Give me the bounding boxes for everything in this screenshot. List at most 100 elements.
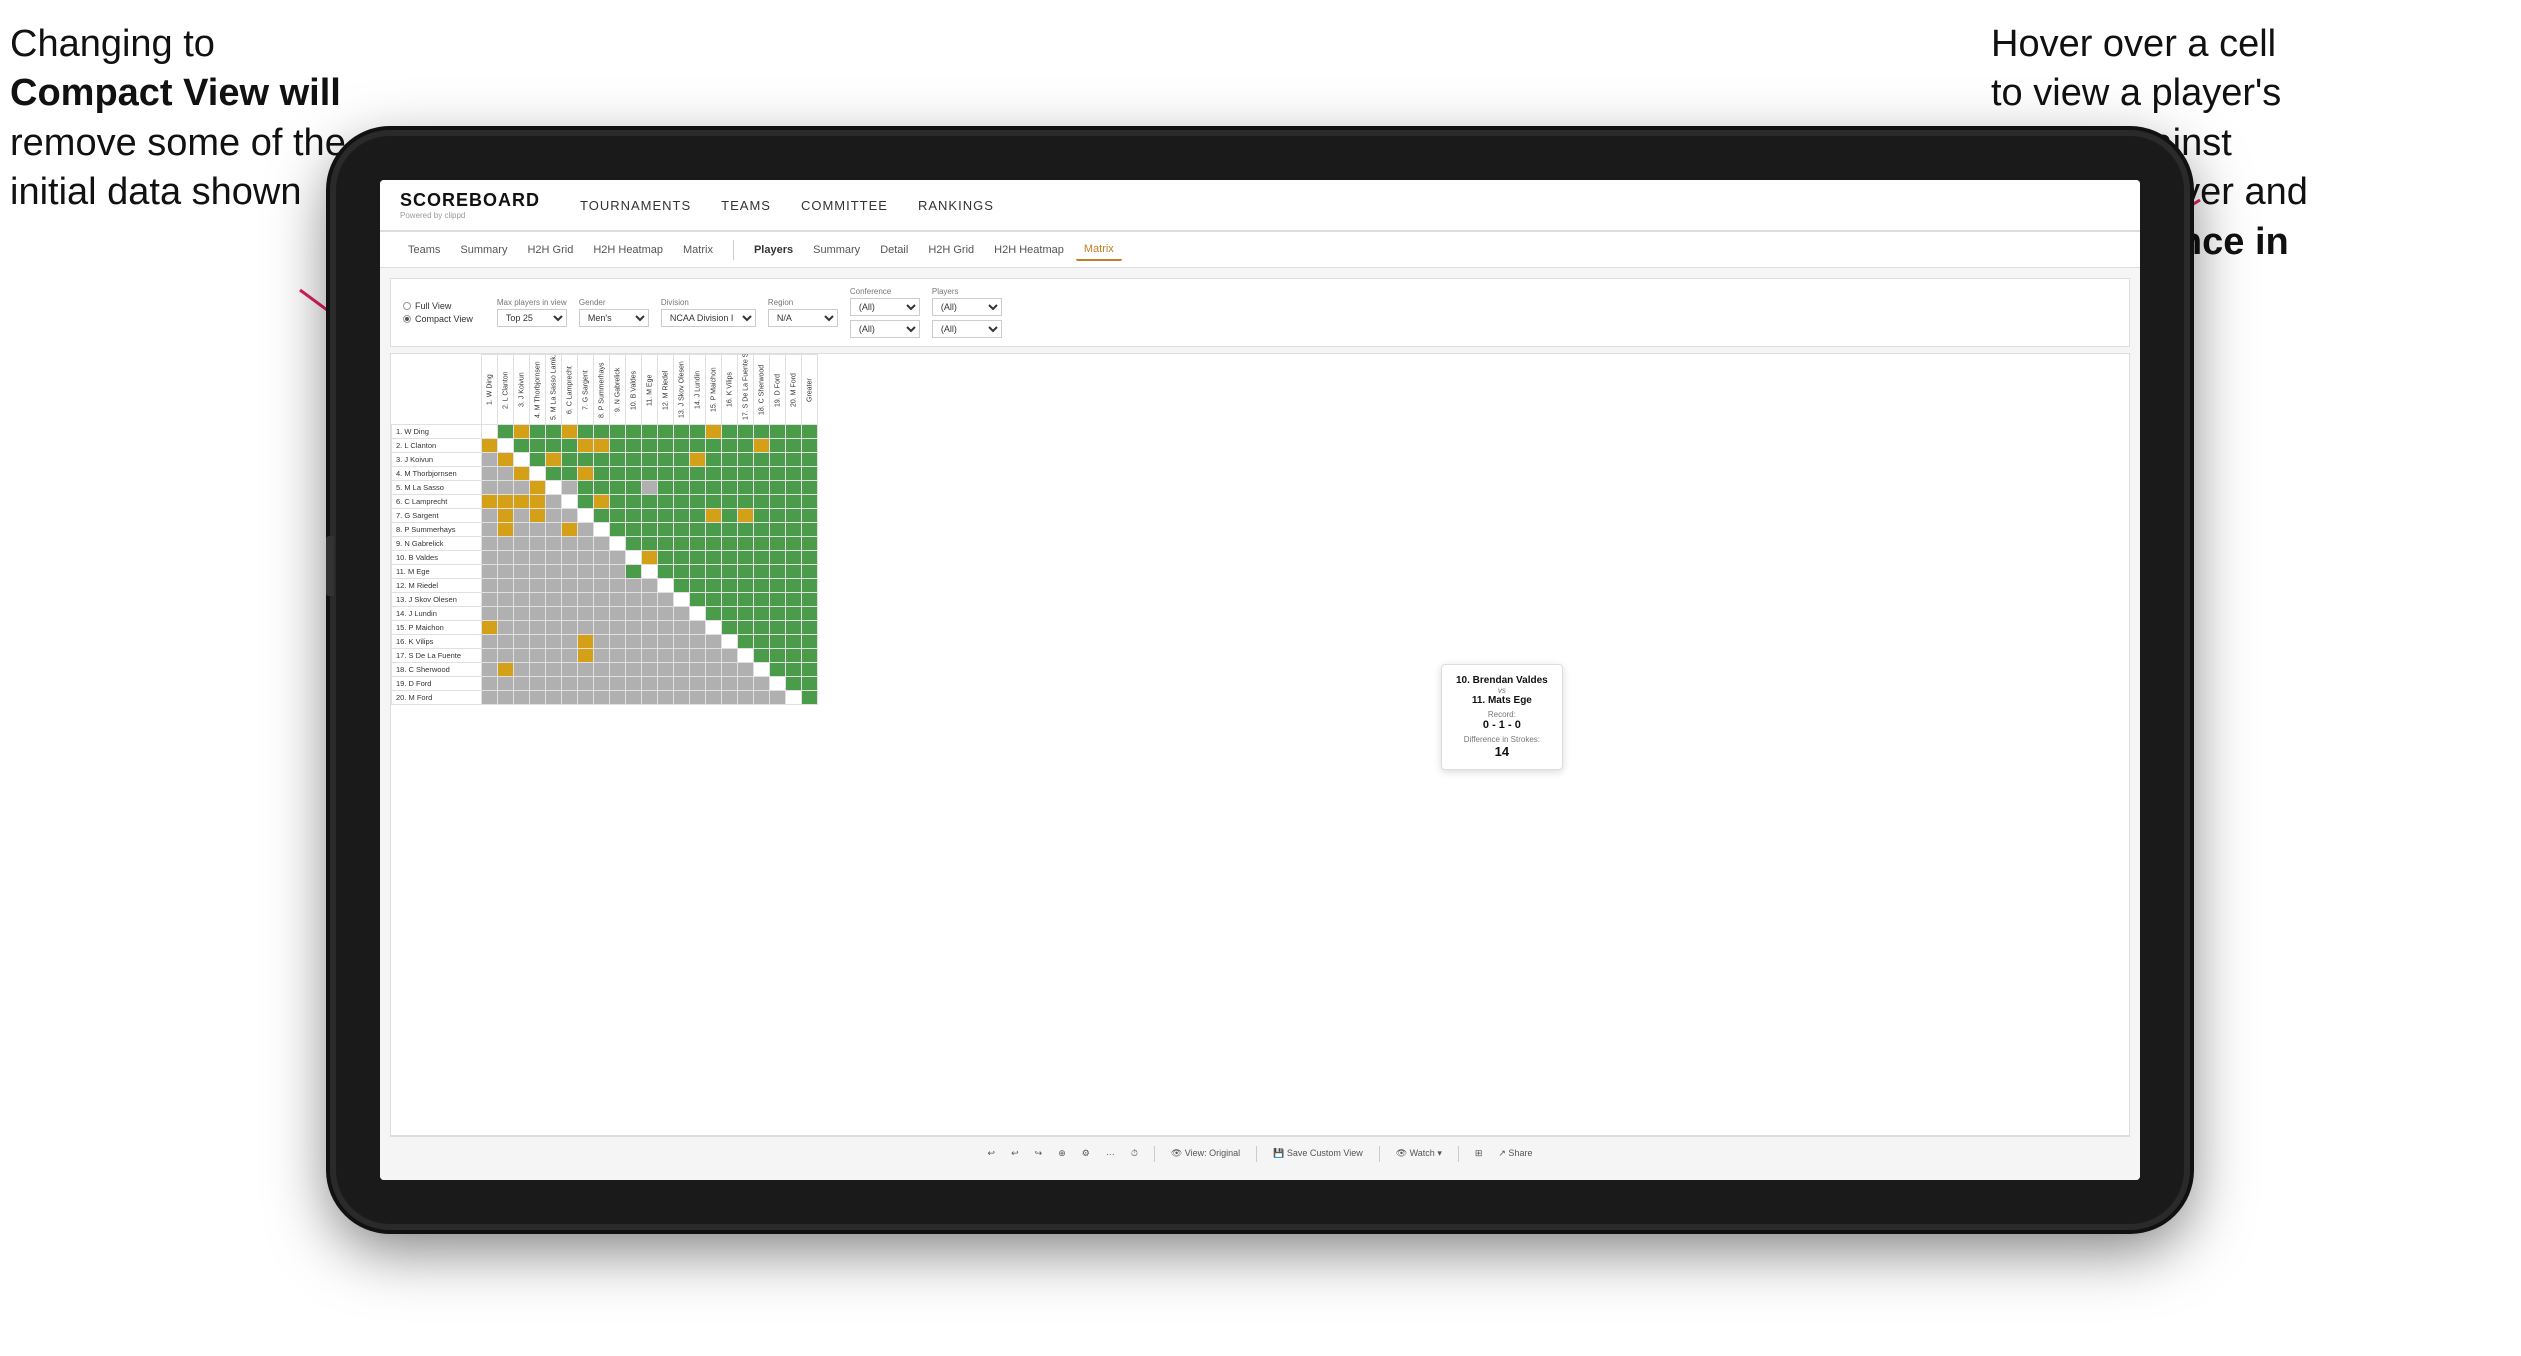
matrix-cell[interactable] [530, 537, 546, 551]
matrix-cell[interactable] [626, 691, 642, 705]
matrix-cell[interactable] [610, 537, 626, 551]
matrix-cell[interactable] [482, 453, 498, 467]
matrix-cell[interactable] [482, 663, 498, 677]
matrix-cell[interactable] [706, 579, 722, 593]
matrix-cell[interactable] [658, 495, 674, 509]
matrix-cell[interactable] [674, 439, 690, 453]
matrix-cell[interactable] [482, 425, 498, 439]
matrix-cell[interactable] [482, 551, 498, 565]
matrix-cell[interactable] [530, 649, 546, 663]
matrix-cell[interactable] [770, 509, 786, 523]
matrix-cell[interactable] [706, 593, 722, 607]
matrix-cell[interactable] [754, 551, 770, 565]
matrix-cell[interactable] [706, 621, 722, 635]
matrix-cell[interactable] [706, 509, 722, 523]
nav-item-committee[interactable]: COMMITTEE [801, 194, 888, 217]
matrix-cell[interactable] [722, 523, 738, 537]
tab-summary-2[interactable]: Summary [805, 240, 868, 260]
matrix-cell[interactable] [514, 621, 530, 635]
matrix-cell[interactable] [626, 537, 642, 551]
matrix-cell[interactable] [802, 677, 818, 691]
matrix-cell[interactable] [610, 439, 626, 453]
matrix-cell[interactable] [514, 523, 530, 537]
matrix-cell[interactable] [562, 439, 578, 453]
matrix-cell[interactable] [514, 467, 530, 481]
matrix-cell[interactable] [642, 551, 658, 565]
matrix-cell[interactable] [482, 593, 498, 607]
matrix-cell[interactable] [546, 481, 562, 495]
matrix-cell[interactable] [562, 425, 578, 439]
matrix-cell[interactable] [802, 453, 818, 467]
matrix-cell[interactable] [786, 607, 802, 621]
tab-teams[interactable]: Teams [400, 240, 448, 260]
matrix-cell[interactable] [722, 621, 738, 635]
matrix-cell[interactable] [722, 509, 738, 523]
matrix-cell[interactable] [482, 523, 498, 537]
matrix-cell[interactable] [594, 467, 610, 481]
matrix-cell[interactable] [594, 551, 610, 565]
matrix-cell[interactable] [514, 495, 530, 509]
matrix-cell[interactable] [754, 509, 770, 523]
matrix-cell[interactable] [594, 635, 610, 649]
matrix-cell[interactable] [738, 593, 754, 607]
matrix-cell[interactable] [674, 621, 690, 635]
matrix-cell[interactable] [658, 621, 674, 635]
matrix-cell[interactable] [562, 677, 578, 691]
matrix-cell[interactable] [706, 677, 722, 691]
matrix-cell[interactable] [754, 467, 770, 481]
matrix-cell[interactable] [578, 649, 594, 663]
filter-gender-select[interactable]: Men's [579, 309, 649, 327]
matrix-cell[interactable] [626, 453, 642, 467]
matrix-cell[interactable] [546, 663, 562, 677]
matrix-cell[interactable] [658, 425, 674, 439]
matrix-cell[interactable] [690, 649, 706, 663]
matrix-cell[interactable] [722, 551, 738, 565]
matrix-cell[interactable] [674, 691, 690, 705]
matrix-cell[interactable] [770, 467, 786, 481]
matrix-cell[interactable] [706, 607, 722, 621]
matrix-cell[interactable] [530, 593, 546, 607]
matrix-cell[interactable] [786, 467, 802, 481]
matrix-cell[interactable] [498, 537, 514, 551]
matrix-cell[interactable] [770, 649, 786, 663]
matrix-cell[interactable] [546, 677, 562, 691]
matrix-cell[interactable] [690, 425, 706, 439]
matrix-cell[interactable] [594, 565, 610, 579]
matrix-cell[interactable] [770, 635, 786, 649]
matrix-cell[interactable] [514, 551, 530, 565]
matrix-cell[interactable] [610, 677, 626, 691]
matrix-cell[interactable] [722, 481, 738, 495]
matrix-cell[interactable] [802, 607, 818, 621]
matrix-cell[interactable] [562, 621, 578, 635]
matrix-cell[interactable] [786, 481, 802, 495]
matrix-cell[interactable] [610, 481, 626, 495]
matrix-cell[interactable] [802, 495, 818, 509]
tab-h2h-grid-1[interactable]: H2H Grid [519, 240, 581, 260]
matrix-cell[interactable] [722, 649, 738, 663]
matrix-cell[interactable] [770, 551, 786, 565]
matrix-cell[interactable] [482, 509, 498, 523]
matrix-cell[interactable] [530, 523, 546, 537]
matrix-cell[interactable] [674, 649, 690, 663]
matrix-cell[interactable] [562, 453, 578, 467]
matrix-cell[interactable] [802, 481, 818, 495]
matrix-cell[interactable] [690, 579, 706, 593]
matrix-cell[interactable] [514, 537, 530, 551]
matrix-cell[interactable] [578, 663, 594, 677]
matrix-cell[interactable] [546, 565, 562, 579]
matrix-cell[interactable] [610, 607, 626, 621]
matrix-cell[interactable] [530, 481, 546, 495]
matrix-cell[interactable] [690, 677, 706, 691]
matrix-cell[interactable] [562, 663, 578, 677]
matrix-cell[interactable] [754, 481, 770, 495]
matrix-cell[interactable] [658, 663, 674, 677]
matrix-cell[interactable] [770, 453, 786, 467]
matrix-cell[interactable] [706, 663, 722, 677]
matrix-cell[interactable] [786, 537, 802, 551]
matrix-cell[interactable] [498, 439, 514, 453]
matrix-cell[interactable] [498, 495, 514, 509]
matrix-cell[interactable] [594, 677, 610, 691]
matrix-cell[interactable] [530, 453, 546, 467]
matrix-cell[interactable] [754, 439, 770, 453]
matrix-cell[interactable] [722, 565, 738, 579]
